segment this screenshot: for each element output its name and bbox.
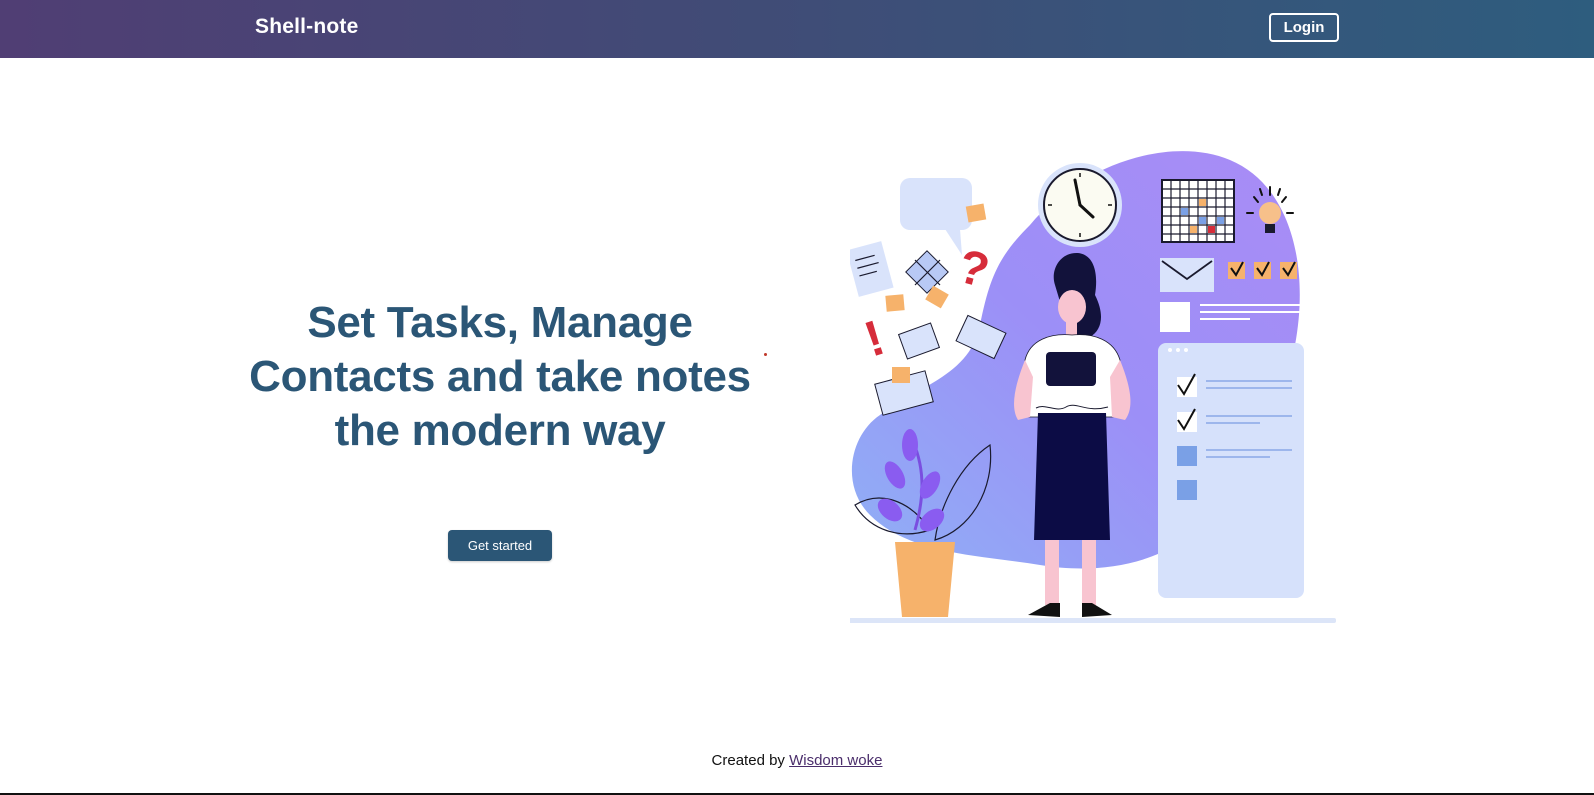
floor-line xyxy=(850,618,1336,623)
login-button[interactable]: Login xyxy=(1269,13,1339,42)
checkbox-row-icon xyxy=(1228,261,1297,279)
hero-title-line-2: Contacts and take notes xyxy=(249,352,751,401)
svg-text:!: ! xyxy=(858,309,891,367)
hero-illustration: ? ! xyxy=(850,151,1336,623)
hero-title: Set Tasks, Manage Contacts and take note… xyxy=(240,296,760,458)
checklist-icon xyxy=(1158,343,1304,598)
clock-icon xyxy=(1038,163,1122,247)
speech-bubble-icon xyxy=(900,178,972,255)
author-link[interactable]: Wisdom woke xyxy=(789,752,882,769)
hero-title-line-3: the modern way xyxy=(334,406,666,455)
decorative-dot xyxy=(764,353,767,356)
page-footer: Created by Wisdom woke xyxy=(0,752,1594,769)
envelope-icon xyxy=(1160,258,1214,292)
calendar-icon xyxy=(1161,179,1235,243)
footer-prefix: Created by xyxy=(711,752,785,769)
top-navbar: Shell-note Login xyxy=(0,0,1594,58)
get-started-button[interactable]: Get started xyxy=(448,530,552,561)
brand-logo[interactable]: Shell-note xyxy=(255,15,359,39)
exclamation-icon: ! xyxy=(858,309,891,367)
document-icon xyxy=(850,241,894,297)
hero-title-line-1: Set Tasks, Manage xyxy=(307,298,693,347)
